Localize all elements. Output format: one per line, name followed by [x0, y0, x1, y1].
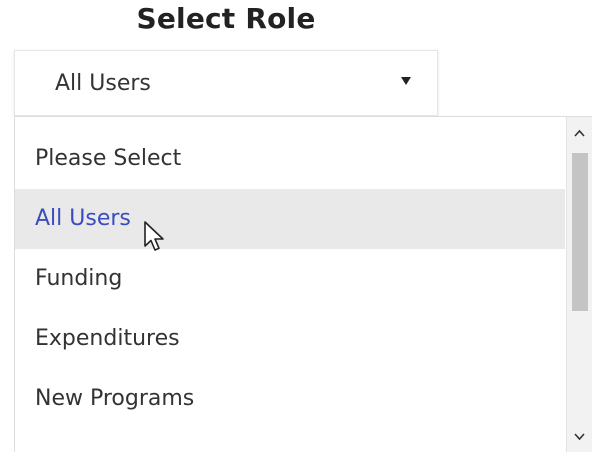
scrollbar-thumb[interactable]: [572, 153, 588, 311]
role-selector-page: Select Role All Users Please Select All …: [0, 0, 592, 452]
chevron-up-icon[interactable]: [567, 123, 592, 145]
option-all-users[interactable]: All Users: [15, 189, 565, 249]
option-expenditures[interactable]: Expenditures: [15, 309, 565, 369]
caret-down-icon: [401, 77, 411, 85]
option-please-select[interactable]: Please Select: [15, 129, 565, 189]
role-options-list[interactable]: Please Select All Users Funding Expendit…: [14, 116, 592, 452]
option-new-programs[interactable]: New Programs: [15, 369, 565, 429]
option-funding[interactable]: Funding: [15, 249, 565, 309]
role-select[interactable]: All Users: [14, 50, 438, 116]
chevron-down-icon[interactable]: [567, 425, 592, 447]
page-title: Select Role: [136, 2, 316, 35]
role-select-value: All Users: [55, 71, 151, 96]
dropdown-scrollbar[interactable]: [566, 117, 592, 452]
